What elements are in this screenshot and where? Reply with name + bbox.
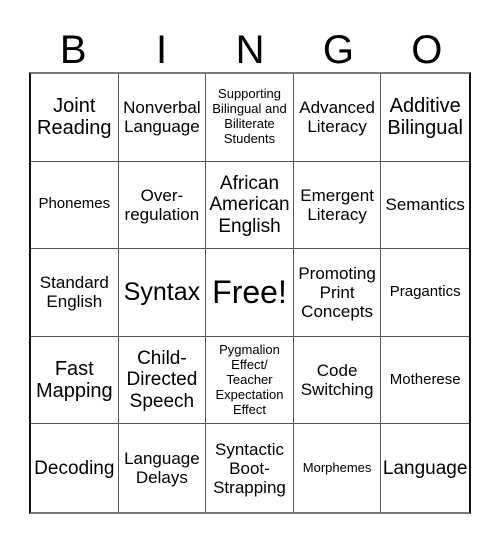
- bingo-cell[interactable]: Syntactic Boot-Strapping: [206, 424, 294, 512]
- bingo-cell[interactable]: Child-Directed Speech: [118, 336, 207, 425]
- bingo-cell[interactable]: Decoding: [31, 424, 119, 512]
- bingo-cell[interactable]: Joint Reading: [31, 74, 119, 162]
- bingo-card: Joint Reading Nonverbal Language Support…: [29, 72, 471, 514]
- bingo-cell[interactable]: Nonverbal Language: [118, 74, 207, 162]
- header-letter-o: O: [411, 28, 443, 72]
- bingo-cell[interactable]: Code Switching: [293, 336, 382, 425]
- bingo-cell[interactable]: Phonemes: [31, 161, 119, 250]
- bingo-cell[interactable]: Promoting Print Concepts: [293, 249, 382, 337]
- bingo-cell[interactable]: Syntax: [118, 249, 207, 337]
- bingo-cell[interactable]: Semantics: [381, 162, 469, 250]
- bingo-header: B I N G O: [29, 28, 471, 72]
- header-letter-i: I: [156, 28, 168, 72]
- bingo-cell[interactable]: Fast Mapping: [31, 336, 119, 425]
- bingo-cell[interactable]: Over-regulation: [118, 161, 207, 250]
- bingo-cell[interactable]: Supporting Bilingual and Biliterate Stud…: [206, 74, 294, 162]
- bingo-cell[interactable]: Morphemes: [294, 424, 382, 512]
- bingo-cell[interactable]: African American English: [206, 161, 294, 250]
- bingo-cell[interactable]: Language: [381, 424, 469, 512]
- header-letter-g: G: [322, 28, 354, 72]
- bingo-cell[interactable]: Pygmalion Effect/ Teacher Expectation Ef…: [206, 336, 294, 425]
- bingo-cell[interactable]: Language Delays: [119, 424, 207, 512]
- bingo-cell[interactable]: Pragantics: [381, 249, 469, 337]
- free-space-cell[interactable]: Free!: [206, 249, 294, 337]
- header-letter-b: B: [59, 28, 87, 72]
- bingo-cell[interactable]: Additive Bilingual: [381, 74, 469, 162]
- header-letter-n: N: [235, 28, 265, 72]
- bingo-cell[interactable]: Emergent Literacy: [293, 161, 382, 250]
- bingo-cell[interactable]: Motherese: [381, 337, 469, 425]
- bingo-cell[interactable]: Standard English: [31, 249, 119, 337]
- bingo-cell[interactable]: Advanced Literacy: [293, 74, 382, 162]
